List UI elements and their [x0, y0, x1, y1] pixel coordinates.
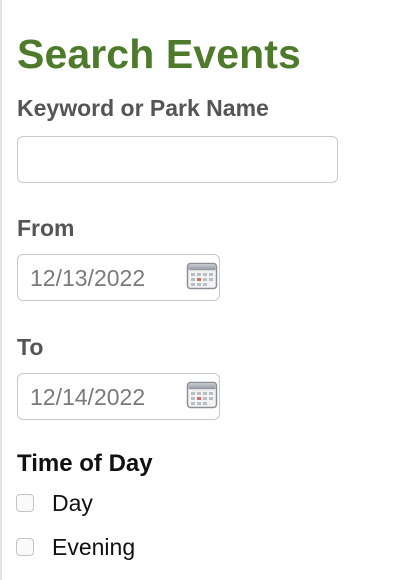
time-of-day-heading: Time of Day	[17, 450, 153, 477]
keyword-input[interactable]	[17, 136, 338, 183]
day-checkbox[interactable]	[16, 494, 34, 512]
day-option[interactable]: Day	[16, 488, 216, 518]
search-events-panel: Search Events Keyword or Park Name From …	[0, 0, 402, 580]
from-label: From	[17, 215, 75, 241]
day-checkbox-label[interactable]: Day	[52, 490, 93, 516]
evening-option[interactable]: Evening	[16, 532, 216, 562]
to-label: To	[17, 334, 44, 360]
to-date-field[interactable]: 12/14/2022	[17, 373, 220, 420]
evening-checkbox-label[interactable]: Evening	[52, 534, 135, 560]
to-date-value: 12/14/2022	[30, 384, 146, 410]
page-title: Search Events	[17, 31, 301, 77]
from-date-value: 12/13/2022	[30, 265, 146, 291]
calendar-icon[interactable]	[186, 261, 218, 291]
calendar-icon[interactable]	[186, 380, 218, 410]
keyword-label: Keyword or Park Name	[17, 95, 269, 121]
panel-divider	[0, 0, 2, 580]
from-date-field[interactable]: 12/13/2022	[17, 254, 220, 301]
evening-checkbox[interactable]	[16, 538, 34, 556]
